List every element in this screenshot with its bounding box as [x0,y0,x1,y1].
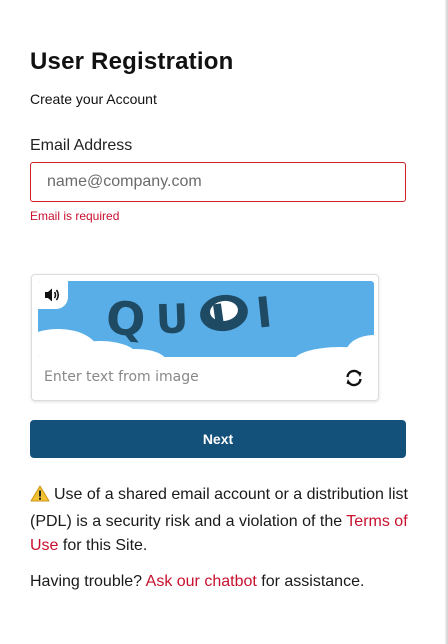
page-title: User Registration [30,48,234,75]
captcha-refresh-button[interactable] [343,367,365,389]
captcha-picture: Q U I [38,281,374,357]
captcha-image: Q U I [38,281,374,357]
help-text: Having trouble? Ask our chatbot for assi… [30,570,430,594]
page-subtitle: Create your Account [30,91,157,107]
email-field[interactable] [30,162,406,202]
captcha-audio-button[interactable] [38,281,68,309]
captcha-text-q: Q [104,291,147,348]
security-warning: Use of a shared email account or a distr… [30,483,414,558]
email-error-message: Email is required [30,209,120,223]
email-label: Email Address [30,137,133,154]
next-button[interactable]: Next [30,420,406,458]
refresh-icon [346,369,362,387]
captcha-input[interactable] [33,361,329,393]
help-text-end: for assistance. [256,573,365,590]
chatbot-link[interactable]: Ask our chatbot [146,573,257,590]
warning-text-end: for this Site. [58,537,148,554]
svg-text:U: U [155,296,189,343]
help-text-start: Having trouble? [30,573,146,590]
captcha-widget: Q U I [31,274,379,401]
warning-icon [30,485,50,510]
speaker-icon [45,288,60,302]
